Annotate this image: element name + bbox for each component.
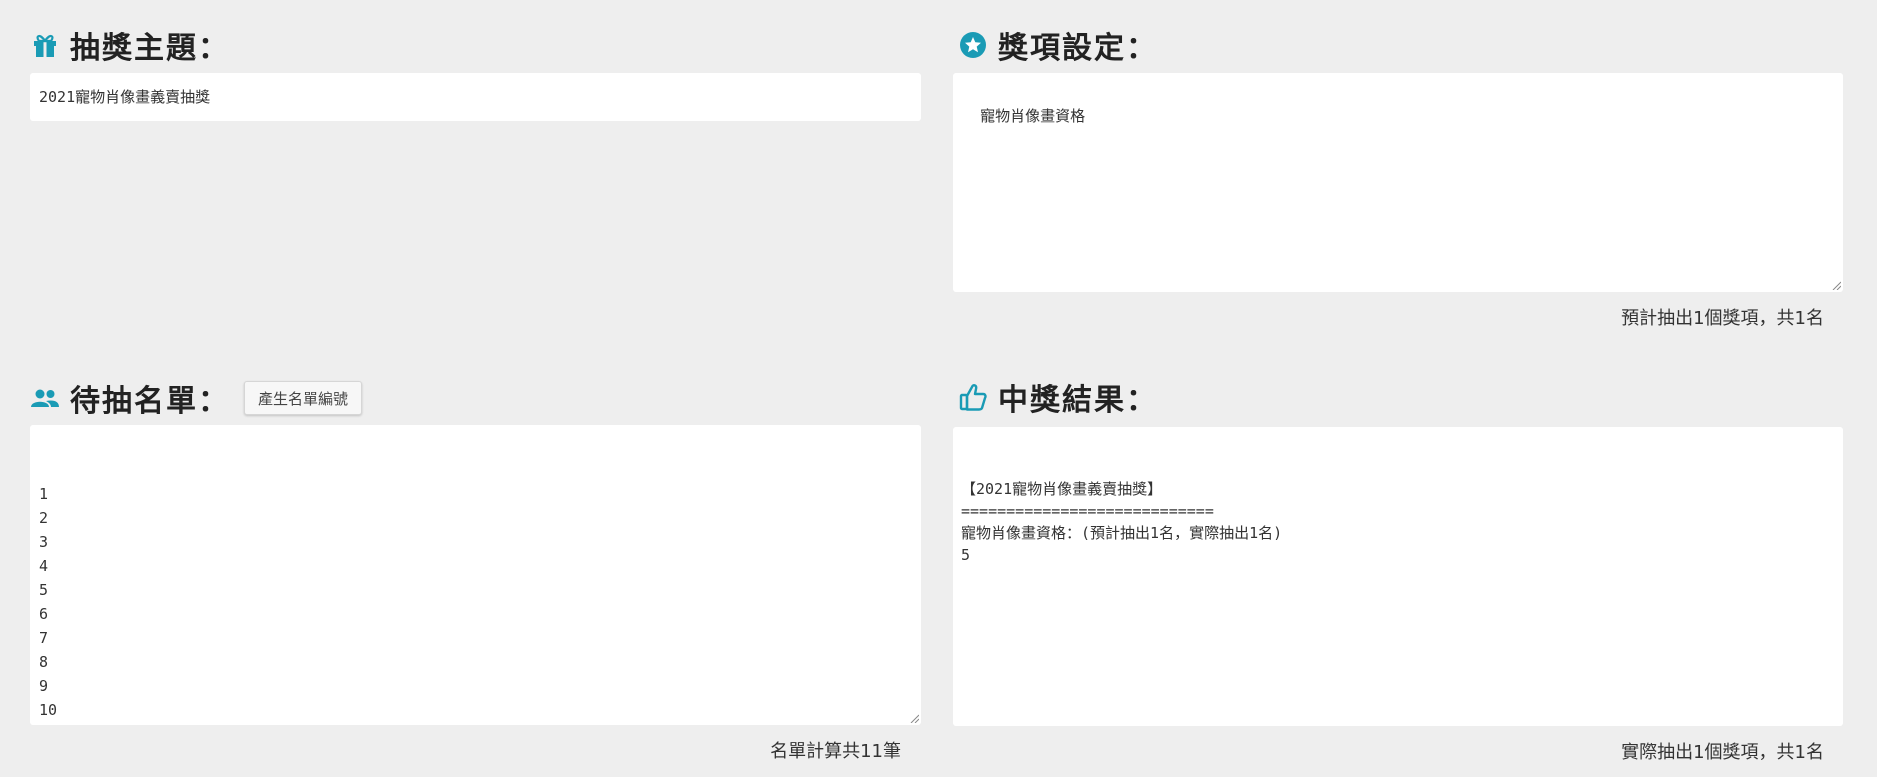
topic-input[interactable]: 2021寵物肖像畫義賣抽獎 (30, 73, 921, 121)
prizes-summary: 預計抽出1個獎項，共1名 (1621, 308, 1824, 329)
candidates-textarea[interactable]: 1 2 3 4 5 6 7 8 9 10 11 (30, 425, 921, 725)
candidates-heading: 待抽名單： 產生名單編號 (30, 378, 363, 419)
generate-list-numbers-button[interactable]: 產生名單編號 (244, 381, 363, 415)
result-line: 寵物肖像畫資格：(預計抽出1名，實際抽出1名) (961, 524, 1283, 542)
candidate-line: 1 (39, 485, 49, 503)
candidate-line: 5 (39, 581, 49, 599)
candidate-line: 7 (39, 629, 49, 647)
thumbs-up-icon (958, 382, 988, 412)
prizes-heading: 獎項設定： (958, 25, 1158, 66)
results-textarea[interactable]: 【2021寵物肖像畫義賣抽獎】 =========================… (953, 427, 1843, 726)
candidate-line: 4 (39, 557, 49, 575)
topic-title: 抽獎主題： (70, 31, 230, 66)
topic-panel: 抽獎主題： (30, 25, 230, 66)
results-heading: 中獎結果： (958, 377, 1158, 418)
candidate-line: 9 (39, 677, 49, 695)
result-line: 【2021寵物肖像畫義賣抽獎】 (961, 480, 1163, 498)
prizes-textarea[interactable]: 寵物肖像畫資格 (953, 73, 1843, 292)
resize-handle-icon[interactable] (1831, 280, 1841, 290)
results-output: 【2021寵物肖像畫義賣抽獎】 =========================… (961, 478, 1835, 566)
gift-icon (30, 30, 60, 60)
result-line: 5 (961, 546, 971, 564)
candidate-line: 11 (39, 722, 912, 725)
candidates-list: 1 2 3 4 5 6 7 8 9 10 11 (39, 482, 912, 725)
star-badge-icon (958, 30, 988, 60)
results-summary: 實際抽出1個獎項，共1名 (1621, 742, 1824, 763)
candidate-line: 3 (39, 533, 49, 551)
prizes-title: 獎項設定： (998, 31, 1158, 66)
result-line: ============================ (961, 502, 1214, 520)
candidate-line: 8 (39, 653, 49, 671)
candidates-panel: 待抽名單： 產生名單編號 (30, 378, 363, 419)
results-title: 中獎結果： (998, 383, 1158, 418)
candidates-summary: 名單計算共11筆 (770, 741, 901, 762)
results-panel: 中獎結果： (958, 377, 1158, 418)
candidates-title: 待抽名單： (70, 384, 230, 419)
resize-handle-icon[interactable] (909, 713, 919, 723)
prizes-panel: 獎項設定： (958, 25, 1158, 66)
candidate-line: 10 (39, 701, 58, 719)
prizes-textarea-content: 寵物肖像畫資格 (980, 107, 1086, 125)
candidate-line: 2 (39, 509, 49, 527)
people-icon (30, 383, 60, 413)
candidate-line: 6 (39, 605, 49, 623)
topic-heading: 抽獎主題： (30, 25, 230, 66)
